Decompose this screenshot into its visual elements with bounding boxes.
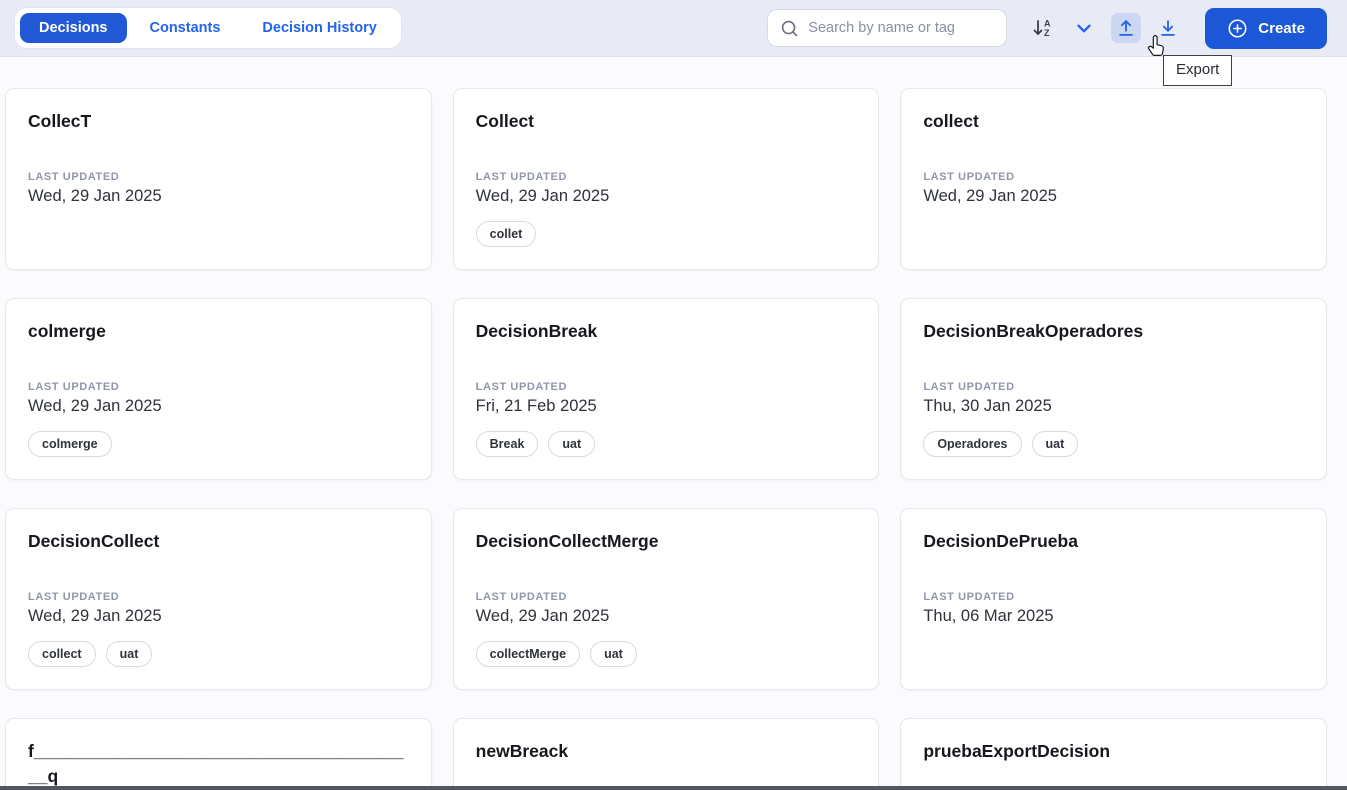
create-button[interactable]: Create [1205, 7, 1327, 49]
tag-pill: uat [590, 641, 637, 668]
card-title: f_______________________________________… [28, 741, 404, 787]
tab-group: Decisions Constants Decision History [14, 7, 402, 49]
card-title: pruebaExportDecision [923, 741, 1111, 761]
decision-card[interactable]: DecisionCollect LAST UPDATED Wed, 29 Jan… [5, 508, 432, 690]
decision-card[interactable]: DecisionBreak LAST UPDATED Fri, 21 Feb 2… [452, 298, 880, 480]
tab-constants[interactable]: Constants [131, 13, 240, 43]
tag-pill: collet [475, 221, 537, 248]
decision-card[interactable]: CollecT LAST UPDATED Wed, 29 Jan 2025 [5, 88, 432, 270]
last-updated-label: LAST UPDATED [28, 381, 120, 394]
tag-pill: Operadores [923, 431, 1022, 458]
card-title: newBreack [475, 741, 569, 761]
last-updated-date: Fri, 21 Feb 2025 [475, 397, 597, 416]
card-tags: colmerge [28, 431, 409, 458]
card-title: DecisionCollectMerge [475, 531, 659, 551]
card-title: collect [923, 111, 979, 131]
plus-circle-icon [1227, 18, 1248, 39]
last-updated-label: LAST UPDATED [923, 381, 1015, 394]
sort-az-icon[interactable]: A Z [1027, 13, 1057, 43]
tag-pill: collect [28, 641, 96, 668]
card-tags: Operadores uat [923, 431, 1304, 458]
card-meta: LAST UPDATED Fri, 21 Feb 2025 [476, 381, 857, 416]
decision-card[interactable]: colmerge LAST UPDATED Wed, 29 Jan 2025 c… [5, 298, 432, 480]
decision-card[interactable]: Collect LAST UPDATED Wed, 29 Jan 2025 co… [452, 88, 880, 270]
last-updated-label: LAST UPDATED [28, 591, 120, 604]
last-updated-label: LAST UPDATED [475, 171, 567, 184]
card-title: DecisionBreakOperadores [923, 321, 1144, 341]
last-updated-date: Thu, 30 Jan 2025 [923, 397, 1052, 416]
tag-pill: uat [1031, 431, 1079, 458]
last-updated-date: Wed, 29 Jan 2025 [475, 187, 610, 206]
tag-pill: uat [105, 641, 153, 668]
card-title: colmerge [28, 321, 106, 341]
card-meta: LAST UPDATED Wed, 29 Jan 2025 [28, 591, 409, 626]
decision-card[interactable]: DecisionBreakOperadores LAST UPDATED Thu… [900, 298, 1327, 480]
card-meta: LAST UPDATED Wed, 29 Jan 2025 [28, 381, 409, 416]
header-actions: A Z [767, 7, 1327, 49]
decision-card[interactable]: f_______________________________________… [5, 718, 432, 790]
last-updated-date: Wed, 29 Jan 2025 [28, 187, 162, 206]
card-title: Collect [475, 111, 535, 131]
last-updated-date: Wed, 29 Jan 2025 [923, 187, 1057, 206]
card-meta: LAST UPDATED Wed, 29 Jan 2025 [476, 591, 857, 626]
tag-pill: collectMerge [475, 641, 581, 668]
top-bar: DecisionsConstantsDecision History A Z [0, 0, 1347, 57]
last-updated-label: LAST UPDATED [923, 591, 1015, 604]
create-button-label: Create [1258, 19, 1305, 37]
decision-card[interactable]: collect LAST UPDATED Wed, 29 Jan 2025 [900, 88, 1327, 270]
export-tooltip: Export [1163, 55, 1233, 86]
bottom-scrollbar[interactable] [0, 786, 1347, 790]
svg-text:Z: Z [1044, 28, 1050, 38]
tab-decision-history[interactable]: Decision History [243, 13, 395, 43]
last-updated-label: LAST UPDATED [475, 591, 567, 604]
last-updated-date: Wed, 29 Jan 2025 [28, 397, 162, 416]
card-meta: LAST UPDATED Thu, 30 Jan 2025 [923, 381, 1304, 416]
last-updated-label: LAST UPDATED [923, 171, 1015, 184]
card-tags: collect uat [28, 641, 409, 668]
sort-cluster: A Z [1027, 13, 1183, 43]
card-meta: LAST UPDATED Wed, 29 Jan 2025 [923, 171, 1304, 206]
search-icon [780, 19, 799, 38]
search-box[interactable] [767, 9, 1008, 47]
last-updated-label: LAST UPDATED [475, 381, 567, 394]
import-icon[interactable] [1153, 13, 1183, 43]
card-title: DecisionDePrueba [923, 531, 1078, 551]
last-updated-date: Wed, 29 Jan 2025 [475, 607, 610, 626]
card-tags: Break uat [475, 431, 857, 458]
decision-card[interactable]: pruebaExportDecision [900, 718, 1327, 790]
tag-pill: uat [548, 431, 596, 458]
last-updated-label: LAST UPDATED [28, 171, 120, 184]
card-tags: collectMerge uat [475, 641, 857, 668]
decision-card[interactable]: newBreack [452, 718, 880, 790]
decision-card[interactable]: DecisionDePrueba LAST UPDATED Thu, 06 Ma… [900, 508, 1327, 690]
card-meta: LAST UPDATED Thu, 06 Mar 2025 [923, 591, 1304, 626]
card-title: CollecT [28, 111, 92, 131]
svg-text:A: A [1044, 19, 1051, 29]
card-meta: LAST UPDATED Wed, 29 Jan 2025 [28, 171, 409, 206]
last-updated-date: Wed, 29 Jan 2025 [28, 607, 162, 626]
tag-pill: Break [475, 431, 539, 458]
export-icon[interactable] [1111, 13, 1142, 43]
last-updated-date: Thu, 06 Mar 2025 [923, 607, 1054, 626]
card-title: DecisionCollect [28, 531, 160, 551]
card-grid: CollecT LAST UPDATED Wed, 29 Jan 2025 Co… [0, 57, 1347, 790]
tab-decisions[interactable]: Decisions [20, 13, 127, 43]
chevron-down-icon[interactable] [1069, 13, 1099, 43]
card-meta: LAST UPDATED Wed, 29 Jan 2025 [476, 171, 857, 206]
card-tags: collet [475, 221, 857, 248]
card-title: DecisionBreak [475, 321, 598, 341]
tag-pill: colmerge [28, 431, 112, 458]
decision-card[interactable]: DecisionCollectMerge LAST UPDATED Wed, 2… [452, 508, 880, 690]
search-input[interactable] [808, 20, 996, 36]
